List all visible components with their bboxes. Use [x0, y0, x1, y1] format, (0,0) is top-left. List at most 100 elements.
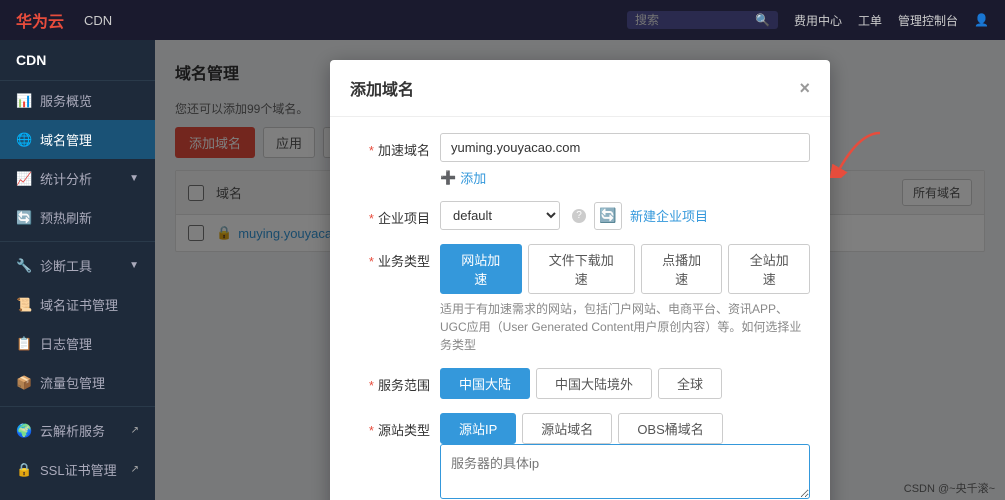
sidebar-item-oss[interactable]: 💾 对象存储服务 ↗: [0, 489, 155, 500]
chevron-icon: ▼: [129, 173, 139, 184]
topbar-right: 🔍 费用中心 工单 管理控制台 👤: [627, 11, 989, 29]
refresh-button[interactable]: 🔄: [594, 202, 622, 230]
sidebar-title: CDN: [0, 40, 155, 81]
topbar: 华为云 CDN 🔍 费用中心 工单 管理控制台 👤: [0, 0, 1005, 40]
ssl-icon: 🔒: [16, 462, 32, 478]
nav-item-console[interactable]: 管理控制台: [898, 12, 958, 29]
external-icon2: ↗: [131, 464, 139, 475]
sidebar-item-label: 日志管理: [40, 334, 92, 353]
sidebar-item-domain-cert[interactable]: 📜 域名证书管理: [0, 285, 155, 324]
dns-icon: 🌍: [16, 423, 32, 439]
form-row-origin-type: *源站类型 源站IP 源站域名 OBS桶域名: [350, 413, 810, 500]
range-china[interactable]: 中国大陆: [440, 368, 530, 399]
origin-domain-btn[interactable]: 源站域名: [522, 413, 612, 444]
sidebar-item-diagnostics[interactable]: 🔧 诊断工具 ▼: [0, 246, 155, 285]
domain-icon: 🌐: [16, 132, 32, 148]
add-link-text: 添加: [460, 168, 486, 187]
project-help-icon[interactable]: ?: [572, 209, 586, 223]
sidebar-item-service-overview[interactable]: 📊 服务概览: [0, 81, 155, 120]
modal-body: *加速域名 ➕ 添加: [330, 117, 830, 500]
sidebar-item-prefetch[interactable]: 🔄 预热刷新: [0, 198, 155, 237]
red-arrow-annotation: [830, 128, 890, 178]
sidebar-item-traffic[interactable]: 📦 流量包管理: [0, 363, 155, 402]
traffic-icon: 📦: [16, 375, 32, 391]
sidebar-item-statistics[interactable]: 📈 统计分析 ▼: [0, 159, 155, 198]
add-domain-link[interactable]: ➕ 添加: [440, 168, 810, 187]
accel-domain-content: ➕ 添加: [440, 133, 810, 187]
sidebar-item-label: 服务概览: [40, 91, 92, 110]
project-select[interactable]: default: [440, 201, 560, 230]
service-type-fullsite[interactable]: 全站加速: [728, 244, 810, 294]
sidebar: CDN 📊 服务概览 🌐 域名管理 📈 统计分析 ▼ 🔄 预热刷新 🔧 诊断工具…: [0, 40, 155, 500]
accel-domain-label: *加速域名: [350, 133, 430, 159]
plus-icon: ➕: [440, 170, 456, 186]
sidebar-item-domain-management[interactable]: 🌐 域名管理: [0, 120, 155, 159]
origin-ip-textarea[interactable]: [440, 444, 810, 499]
range-overseas[interactable]: 中国大陆境外: [536, 368, 652, 399]
required-star2: *: [369, 211, 374, 226]
required-star: *: [369, 143, 374, 158]
new-project-link[interactable]: 新建企业项目: [630, 206, 708, 225]
diagnostics-icon: 🔧: [16, 258, 32, 274]
sidebar-item-ssl[interactable]: 🔒 SSL证书管理 ↗: [0, 450, 155, 489]
form-row-domain: *加速域名 ➕ 添加: [350, 133, 810, 187]
prefetch-icon: 🔄: [16, 210, 32, 226]
accel-domain-input[interactable]: [440, 133, 810, 162]
service-type-desc: 适用于有加速需求的网站，包括门户网站、电商平台、资讯APP、UGC应用（User…: [440, 300, 810, 354]
layout: CDN 📊 服务概览 🌐 域名管理 📈 统计分析 ▼ 🔄 预热刷新 🔧 诊断工具…: [0, 40, 1005, 500]
required-star3: *: [369, 254, 374, 269]
log-icon: 📋: [16, 336, 32, 352]
project-select-row: default ? 🔄 新建企业项目: [440, 201, 810, 230]
sidebar-item-label: 域名管理: [40, 130, 92, 149]
service-range-label: *服务范围: [350, 368, 430, 394]
user-avatar: 👤: [974, 13, 989, 27]
sidebar-item-label: 诊断工具: [40, 256, 92, 275]
external-icon: ↗: [131, 425, 139, 436]
sidebar-item-label: SSL证书管理: [40, 460, 117, 479]
modal-title: 添加域名: [350, 76, 414, 100]
service-type-vod[interactable]: 点播加速: [641, 244, 723, 294]
search-icon: 🔍: [755, 13, 770, 27]
sidebar-item-log[interactable]: 📋 日志管理: [0, 324, 155, 363]
topbar-search-box[interactable]: 🔍: [627, 11, 778, 29]
sidebar-item-label: 云解析服务: [40, 421, 105, 440]
service-type-btn-group: 网站加速 文件下载加速 点播加速 全站加速: [440, 244, 810, 294]
sidebar-item-dns[interactable]: 🌍 云解析服务 ↗: [0, 411, 155, 450]
modal-overlay: 添加域名 × *加速域名 ➕ 添加: [155, 40, 1005, 500]
nav-item-ticket[interactable]: 工单: [858, 12, 882, 29]
overview-icon: 📊: [16, 93, 32, 109]
origin-type-label: *源站类型: [350, 413, 430, 439]
sidebar-divider: [0, 241, 155, 242]
service-type-file[interactable]: 文件下载加速: [528, 244, 635, 294]
service-type-label: *业务类型: [350, 244, 430, 270]
project-label: *企业项目: [350, 201, 430, 227]
cert-icon: 📜: [16, 297, 32, 313]
search-input[interactable]: [635, 13, 755, 27]
sidebar-item-label: 域名证书管理: [40, 295, 118, 314]
range-global[interactable]: 全球: [658, 368, 722, 399]
service-type-content: 网站加速 文件下载加速 点播加速 全站加速 适用于有加速需求的网站，包括门户网站…: [440, 244, 810, 354]
project-content: default ? 🔄 新建企业项目: [440, 201, 810, 230]
form-row-project: *企业项目 default ? 🔄 新建企业项目: [350, 201, 810, 230]
required-star5: *: [369, 423, 374, 438]
form-row-service-type: *业务类型 网站加速 文件下载加速 点播加速 全站加速 适用于有加速需求的网站，…: [350, 244, 810, 354]
origin-type-btn-group: 源站IP 源站域名 OBS桶域名: [440, 413, 810, 444]
modal-close-button[interactable]: ×: [799, 79, 810, 97]
obs-domain-btn[interactable]: OBS桶域名: [618, 413, 722, 444]
sidebar-item-label: 统计分析: [40, 169, 92, 188]
service-type-website[interactable]: 网站加速: [440, 244, 522, 294]
sidebar-item-label: 流量包管理: [40, 373, 105, 392]
sidebar-divider2: [0, 406, 155, 407]
origin-type-content: 源站IP 源站域名 OBS桶域名: [440, 413, 810, 500]
service-range-content: 中国大陆 中国大陆境外 全球: [440, 368, 810, 399]
nav-item-fee[interactable]: 费用中心: [794, 12, 842, 29]
add-domain-modal: 添加域名 × *加速域名 ➕ 添加: [330, 60, 830, 500]
origin-ip-btn[interactable]: 源站IP: [440, 413, 516, 444]
sidebar-item-label: 预热刷新: [40, 208, 92, 227]
topbar-cdn: CDN: [84, 13, 112, 28]
topbar-logo: 华为云: [16, 8, 64, 32]
service-range-btn-group: 中国大陆 中国大陆境外 全球: [440, 368, 810, 399]
main-content: 域名管理 您还可以添加99个域名。 添加域名 应用 停用 移除 域名 所有域名 …: [155, 40, 1005, 500]
statistics-icon: 📈: [16, 171, 32, 187]
required-star4: *: [369, 378, 374, 393]
